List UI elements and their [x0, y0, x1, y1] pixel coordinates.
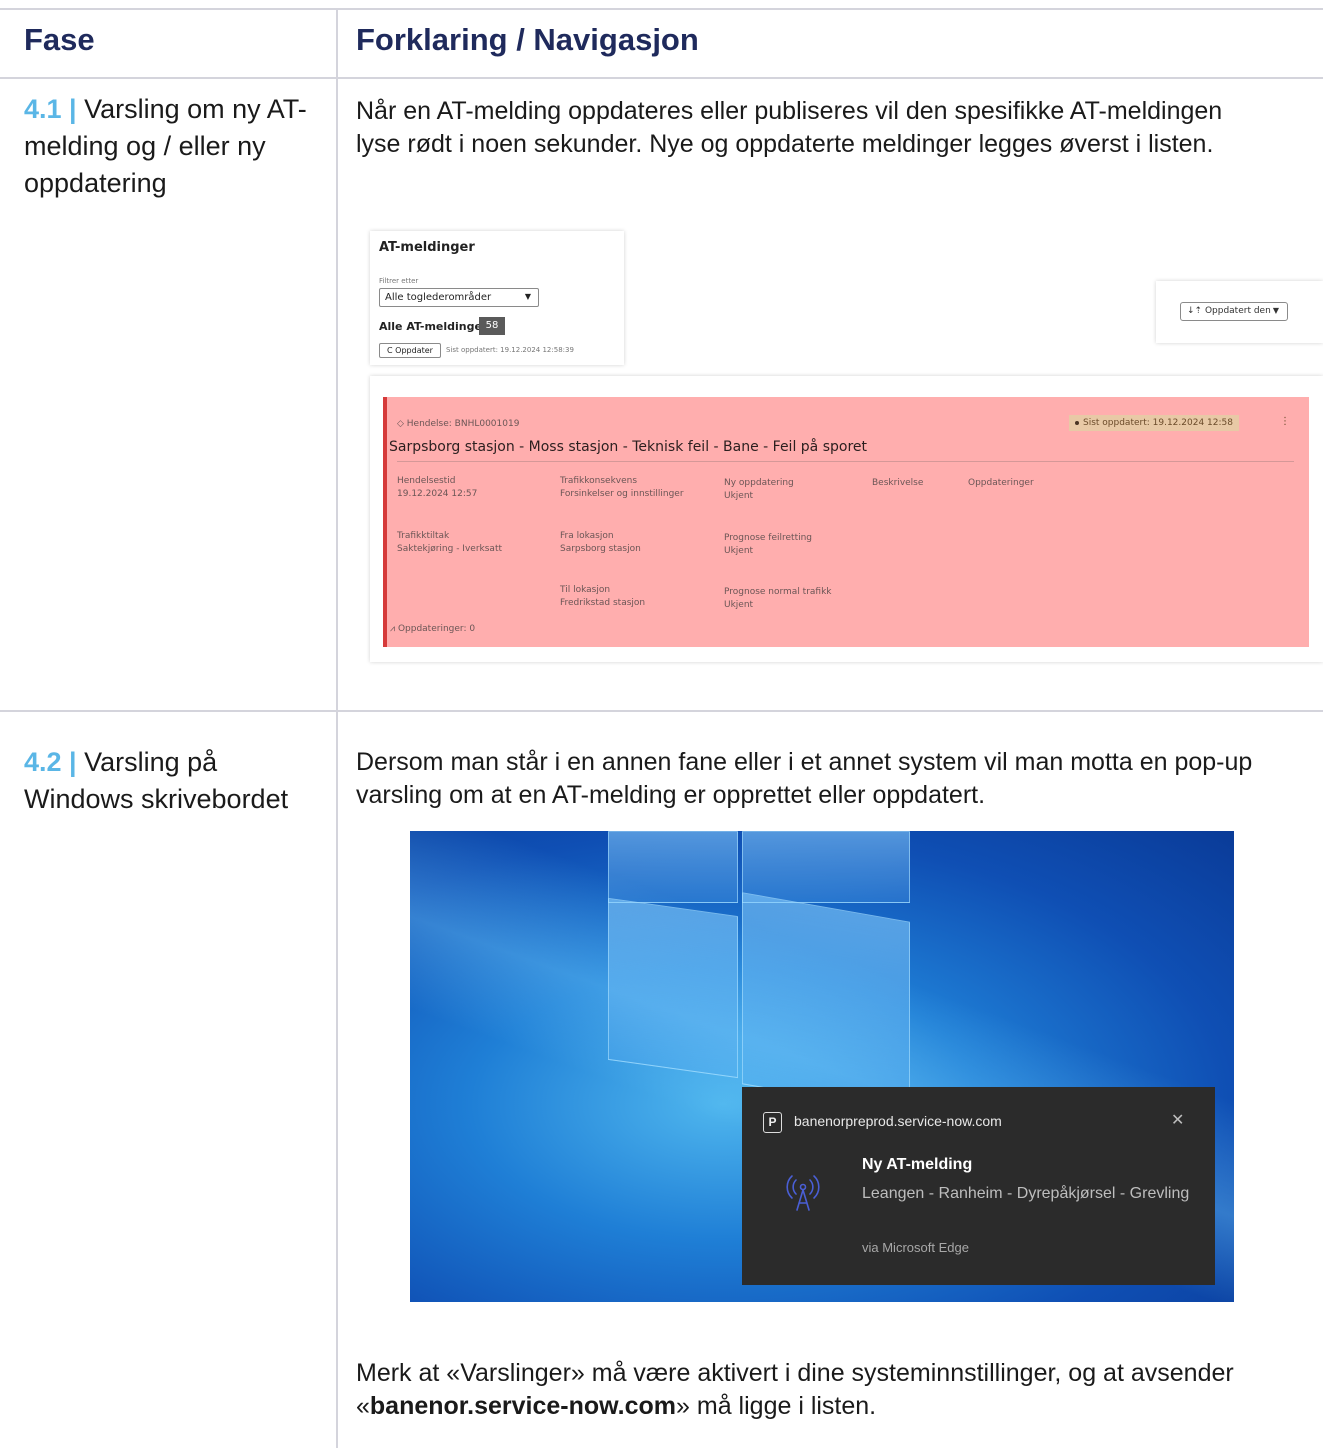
row-4-2-text: Dersom man står i en annen fane eller i …	[356, 748, 1253, 809]
at-message-card[interactable]	[383, 397, 1309, 647]
card-title: Sarpsborg stasjon - Moss stasjon - Tekni…	[389, 439, 868, 455]
field-label: Fra lokasjon	[560, 531, 614, 541]
more-menu-icon[interactable]: ⋮	[1280, 416, 1290, 427]
updates-count-text: Oppdateringer: 0	[397, 624, 476, 634]
field-label: Prognose normal trafikk	[724, 587, 832, 597]
field-label: Oppdateringer	[968, 478, 1034, 488]
toast-body: Leangen - Ranheim - Dyrepåkjørsel - Grev…	[862, 1185, 1190, 1202]
windows-logo-pane	[742, 831, 910, 903]
all-at-label: Alle AT-meldinger:	[379, 320, 492, 333]
note-domain: banenor.service-now.com	[369, 1392, 677, 1420]
field-value: Saktekjøring - Iverksatt	[397, 544, 503, 554]
radio-tower-icon	[786, 1175, 820, 1211]
windows-logo-pane	[608, 831, 738, 903]
field-value: 19.12.2024 12:57	[397, 489, 478, 499]
filter-select[interactable]: Alle toglederområder ▼	[379, 288, 539, 307]
field-value: Fredrikstad stasjon	[560, 598, 646, 608]
activity-icon: ⩘	[390, 624, 398, 634]
row-4-2-fase: 4.2 | Varsling på Windows skrivebordet	[24, 744, 314, 818]
field-value: Ukjent	[724, 546, 754, 556]
row-4-1-text: Når en AT-melding oppdateres eller publi…	[356, 97, 1223, 158]
caret-down-icon: ▼	[1272, 306, 1279, 315]
status-chip-text: Sist oppdatert: 19.12.2024 12:58	[1083, 418, 1233, 428]
field-label: Beskrivelse	[872, 478, 924, 488]
field-label: Ny oppdatering	[724, 478, 794, 488]
header-divider	[0, 77, 1323, 79]
at-title: AT-meldinger	[379, 240, 475, 255]
dot-icon	[1075, 420, 1079, 425]
step-number: 4.2 |	[24, 747, 77, 777]
field-value: Forsinkelser og innstillinger	[560, 489, 684, 499]
toast-title: Ny AT-melding	[862, 1156, 973, 1173]
row-4-2-note: Merk at «Varslinger» må være aktivert i …	[356, 1357, 1316, 1423]
count-badge: 58	[479, 317, 505, 335]
card-divider	[397, 461, 1294, 462]
step-number: 4.1 |	[24, 94, 77, 124]
row-4-1-fase: 4.1 | Varsling om ny AT-melding og / ell…	[24, 91, 324, 202]
filter-value: Alle toglederområder	[385, 292, 492, 303]
toast-source: banenorpreprod.service-now.com	[794, 1113, 1002, 1129]
note-text-end: » må ligge i listen.	[676, 1392, 877, 1420]
refresh-button[interactable]: C Oppdater	[379, 343, 441, 358]
field-label: Til lokasjon	[560, 585, 611, 595]
close-icon[interactable]: ✕	[1171, 1110, 1184, 1130]
event-id: ◇ Hendelse: BNHL0001019	[397, 419, 520, 429]
field-label: Trafikktiltak	[397, 531, 450, 541]
table-top-border	[0, 8, 1323, 10]
header-forklaring: Forklaring / Navigasjon	[356, 22, 699, 57]
field-label: Hendelsestid	[397, 476, 456, 486]
sort-dropdown[interactable]: ↓⇡ Oppdatert den ▼	[1180, 302, 1288, 321]
windows-logo-pane	[742, 892, 910, 1114]
field-value: Ukjent	[724, 491, 754, 501]
service-now-logo: P	[763, 1112, 782, 1133]
status-chip: Sist oppdatert: 19.12.2024 12:58	[1069, 415, 1239, 431]
row-divider	[0, 710, 1323, 712]
caret-down-icon: ▼	[524, 292, 531, 301]
field-label: Prognose feilretting	[724, 533, 813, 543]
sort-label: ↓⇡ Oppdatert den	[1187, 306, 1271, 316]
field-label: Trafikkonsekvens	[560, 476, 638, 486]
updates-count[interactable]: ⩘ Oppdateringer: 0	[390, 624, 475, 634]
field-value: Sarpsborg stasjon	[560, 544, 641, 554]
column-divider	[336, 10, 338, 1448]
header-fase: Fase	[24, 22, 95, 57]
filter-label: Filtrer etter	[379, 277, 419, 285]
field-value: Ukjent	[724, 600, 754, 610]
toast-via: via Microsoft Edge	[862, 1240, 969, 1255]
last-updated-text: Sist oppdatert: 19.12.2024 12:58:39	[446, 346, 574, 354]
windows-logo-pane	[608, 897, 738, 1079]
